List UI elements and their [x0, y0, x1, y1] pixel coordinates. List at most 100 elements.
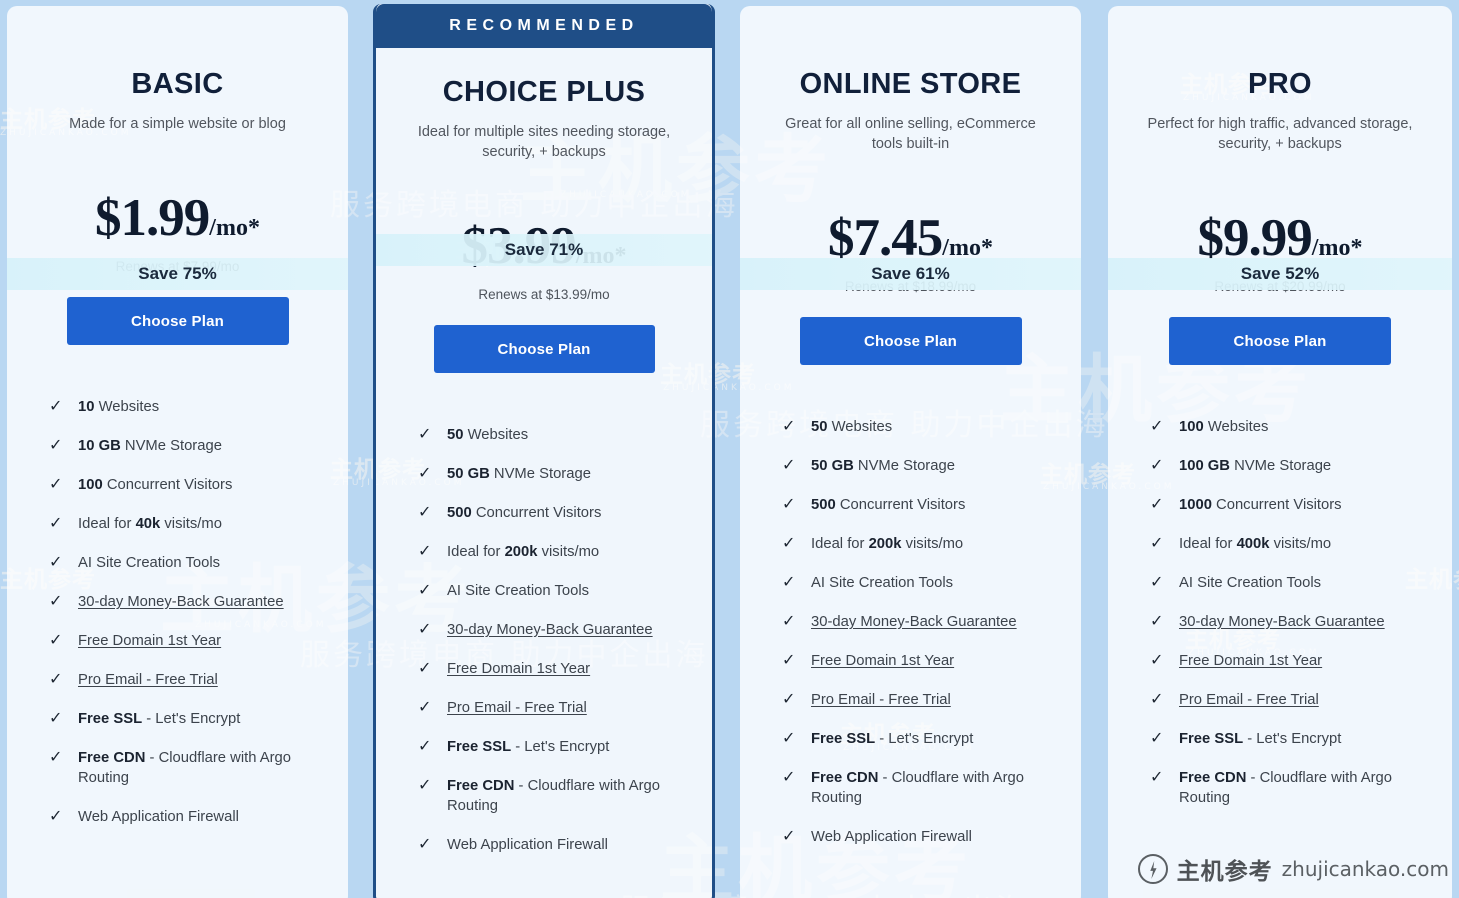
feature-text: 1000 Concurrent Visitors	[1179, 497, 1342, 513]
check-icon: ✓	[782, 730, 796, 747]
feature-item	[418, 874, 684, 875]
check-icon: ✓	[418, 621, 432, 638]
plan-name: BASIC	[131, 68, 224, 100]
check-icon: ✓	[782, 574, 796, 591]
feature-list: ✓ 100 Websites ✓ 100 GB NVMe Storage ✓ 1000 C…	[1132, 417, 1428, 808]
feature-text: Free CDN - Cloudflare with Argo Routing	[78, 750, 292, 786]
feature-text: AI Site Creation Tools	[1179, 575, 1322, 591]
feature-text: 50 GB NVMe Storage	[811, 458, 955, 474]
feature-text: Free SSL - Let's Encrypt	[447, 739, 610, 755]
choose-plan-button-basic[interactable]: Choose Plan	[66, 297, 289, 345]
feature-text: 100 GB NVMe Storage	[1179, 458, 1332, 474]
feature-text[interactable]: Free Domain 1st Year	[447, 659, 590, 679]
feature-text[interactable]: Pro Email - Free Trial	[447, 698, 587, 718]
check-icon: ✓	[1150, 613, 1164, 630]
feature-text: AI Site Creation Tools	[78, 555, 221, 571]
feature-text: 50 Websites	[447, 427, 529, 443]
feature-list: ✓ 10 Websites ✓ 10 GB NVMe Storage ✓ 100 Conc…	[31, 397, 324, 847]
check-icon: ✓	[418, 777, 432, 794]
choose-plan-button-pro[interactable]: Choose Plan	[1169, 317, 1391, 365]
feature-text[interactable]: 30-day Money-Back Guarantee	[447, 620, 653, 640]
feature-item: ✓ Web Application Firewall	[782, 827, 1053, 847]
feature-item: ✓ Pro Email - Free Trial	[782, 690, 1053, 710]
plan-name: CHOICE PLUS	[442, 76, 646, 108]
feature-text[interactable]: Free Domain 1st Year	[1179, 651, 1322, 671]
feature-item: ✓ Free Domain 1st Year	[418, 659, 684, 679]
check-icon: ✓	[418, 582, 432, 599]
feature-text[interactable]: Free Domain 1st Year	[78, 631, 221, 651]
feature-text: AI Site Creation Tools	[811, 575, 954, 591]
save-badge: Save 75%	[7, 258, 348, 290]
feature-text[interactable]: 30-day Money-Back Guarantee	[1179, 612, 1385, 632]
feature-item: ✓ 100 Concurrent Visitors	[49, 475, 320, 495]
choose-plan-button-online-store[interactable]: Choose Plan	[799, 317, 1022, 365]
feature-item: ✓ AI Site Creation Tools	[782, 573, 1053, 593]
check-icon: ✓	[49, 398, 63, 415]
feature-item: ✓ Free Domain 1st Year	[49, 631, 320, 651]
feature-item: ✓ 100 GB NVMe Storage	[1150, 456, 1424, 476]
check-icon: ✓	[1150, 496, 1164, 513]
feature-item: ✓ Free Domain 1st Year	[1150, 651, 1424, 671]
feature-item: ✓ 50 Websites	[782, 417, 1053, 437]
card-body: ONLINE STORE Great for all online selling…	[740, 68, 1081, 867]
feature-item: ✓ AI Site Creation Tools	[1150, 573, 1424, 593]
feature-text: Ideal for 400k visits/mo	[1179, 536, 1332, 552]
check-icon: ✓	[49, 437, 63, 454]
plan-description: Ideal for multiple sites needing storage…	[417, 124, 671, 160]
feature-list: ✓ 50 Websites ✓ 50 GB NVMe Storage ✓ 500 Conc…	[764, 417, 1057, 867]
feature-item: ✓ Pro Email - Free Trial	[1150, 690, 1424, 710]
feature-text: 500 Concurrent Visitors	[447, 505, 602, 521]
price-amount: $1.99	[95, 189, 210, 247]
feature-item	[782, 866, 1053, 867]
brand-domain-text: zhujicankao.com	[1281, 857, 1449, 881]
check-icon: ✓	[1150, 691, 1164, 708]
feature-text[interactable]: 30-day Money-Back Guarantee	[78, 592, 284, 612]
plan-name: ONLINE STORE	[799, 68, 1022, 100]
feature-item: ✓ Ideal for 200k visits/mo	[782, 534, 1053, 554]
feature-item: ✓ 30-day Money-Back Guarantee	[49, 592, 320, 612]
feature-item: ✓ Pro Email - Free Trial	[49, 670, 320, 690]
feature-item: ✓ 50 Websites	[418, 425, 684, 445]
check-icon: ✓	[49, 710, 63, 727]
feature-text: Web Application Firewall	[811, 829, 972, 845]
pricing-page: 主机参考ZHUJICANKAO.COM服务跨境电商 助力中企出海主机参考ZHUJ…	[0, 0, 1459, 898]
check-icon: ✓	[782, 457, 796, 474]
check-icon: ✓	[418, 738, 432, 755]
feature-text[interactable]: Pro Email - Free Trial	[78, 670, 218, 690]
feature-item: ✓ Free SSL - Let's Encrypt	[418, 737, 684, 757]
feature-text: Ideal for 200k visits/mo	[447, 544, 600, 560]
feature-text[interactable]: 30-day Money-Back Guarantee	[811, 612, 1017, 632]
feature-item: ✓ 30-day Money-Back Guarantee	[782, 612, 1053, 632]
save-badge: Save 61%	[740, 258, 1081, 290]
check-icon: ✓	[1150, 574, 1164, 591]
feature-text: 10 GB NVMe Storage	[78, 438, 222, 454]
feature-item: ✓ 500 Concurrent Visitors	[418, 503, 684, 523]
brand-cn-text: 主机参考	[1176, 859, 1273, 885]
feature-item: ✓ Ideal for 40k visits/mo	[49, 514, 320, 534]
check-icon: ✓	[782, 496, 796, 513]
feature-text[interactable]: Free Domain 1st Year	[811, 651, 954, 671]
feature-item: ✓ AI Site Creation Tools	[418, 581, 684, 601]
card-body: PRO Perfect for high traffic, advanced st…	[1108, 68, 1452, 808]
feature-text[interactable]: Pro Email - Free Trial	[811, 690, 951, 710]
check-icon: ✓	[1150, 769, 1164, 786]
feature-text: Web Application Firewall	[447, 837, 608, 853]
feature-item: ✓ Free SSL - Let's Encrypt	[782, 729, 1053, 749]
price-row: $1.99/mo*	[31, 188, 324, 248]
pricing-card-choice-plus: RECOMMENDED CHOICE PLUS Ideal for multiple…	[373, 4, 715, 898]
check-icon: ✓	[1150, 418, 1164, 435]
circle-bolt-icon	[1137, 854, 1168, 884]
check-icon: ✓	[1150, 457, 1164, 474]
feature-text[interactable]: Pro Email - Free Trial	[1179, 690, 1319, 710]
price-period: /mo*	[209, 215, 260, 241]
feature-text: Free SSL - Let's Encrypt	[1179, 731, 1342, 747]
save-label: Save 71%	[504, 240, 584, 259]
feature-text: 10 Websites	[78, 399, 160, 415]
feature-text: Ideal for 200k visits/mo	[811, 536, 964, 552]
feature-text: 500 Concurrent Visitors	[811, 497, 966, 513]
feature-text: 100 Concurrent Visitors	[78, 477, 233, 493]
choose-plan-button-choice-plus[interactable]: Choose Plan	[433, 325, 655, 373]
feature-item: ✓ Web Application Firewall	[49, 807, 320, 827]
feature-list: ✓ 50 Websites ✓ 50 GB NVMe Storage ✓ 500 Conc…	[400, 425, 688, 875]
feature-item: ✓ Free SSL - Let's Encrypt	[1150, 729, 1424, 749]
